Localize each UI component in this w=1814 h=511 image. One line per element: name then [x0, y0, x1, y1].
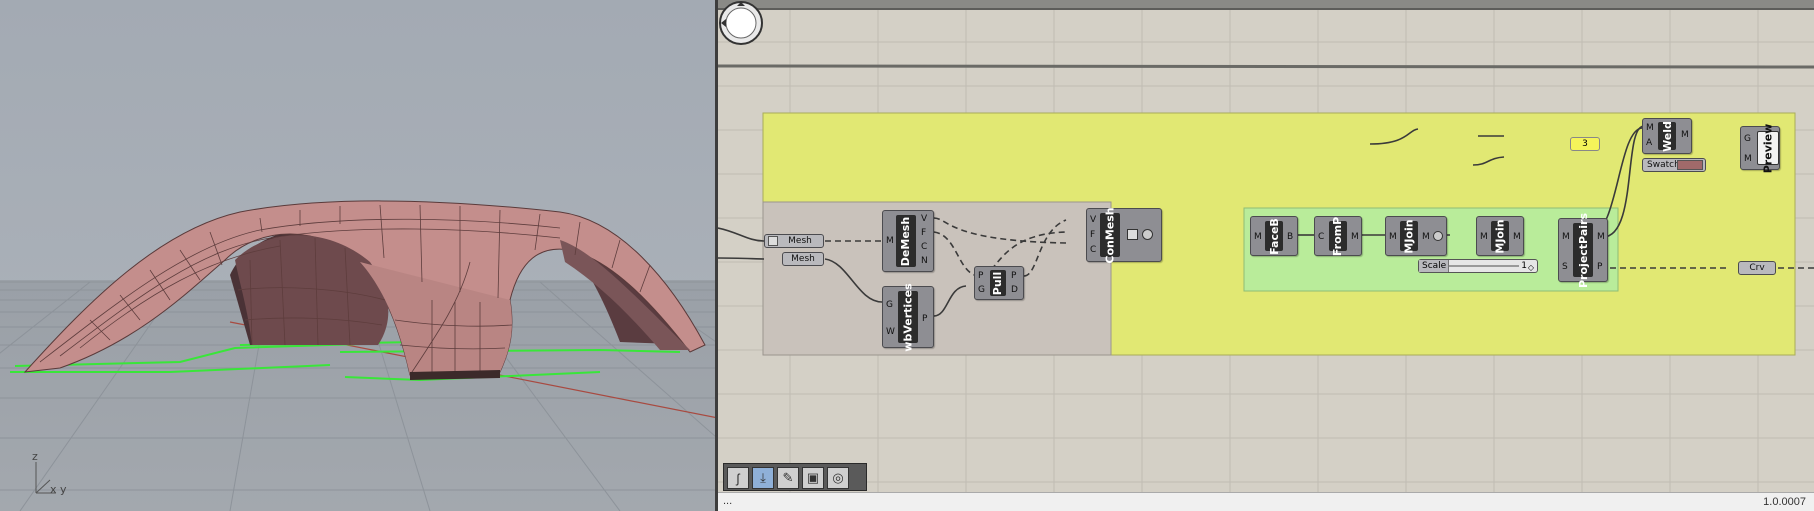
mjoin-2-input-m[interactable]: M — [1480, 232, 1488, 242]
demesh-output-v[interactable]: V — [921, 214, 927, 224]
projectpairs-input-s[interactable]: S — [1562, 262, 1568, 272]
swatch-label: Swatch — [1647, 160, 1680, 170]
demesh-label: DeMesh — [899, 216, 913, 266]
fromp-label: FromP — [1331, 216, 1345, 256]
mesh-icon — [768, 236, 778, 246]
pull-input-g[interactable]: G — [978, 285, 985, 295]
conmesh-label: ConMesh — [1103, 206, 1117, 264]
projectpairs-component[interactable]: ProjectPairs M S M P — [1558, 213, 1608, 288]
pen-icon[interactable]: ✎ — [777, 467, 799, 489]
pull-label: Pull — [991, 271, 1005, 295]
faceb-output-b[interactable]: B — [1287, 232, 1293, 242]
scale-slider[interactable]: Scale 1 ◇ — [1418, 259, 1538, 273]
wbvertices-input-w[interactable]: W — [886, 327, 895, 337]
projectpairs-output-p[interactable]: P — [1597, 262, 1602, 272]
fromp-component[interactable]: FromP C M — [1314, 216, 1362, 256]
weld-input-m[interactable]: M — [1646, 123, 1654, 133]
scale-slider-label: Scale — [1419, 260, 1449, 272]
fromp-output-m[interactable]: M — [1351, 232, 1359, 242]
preview-input-g[interactable]: G — [1744, 134, 1751, 144]
wbvertices-output-p[interactable]: P — [922, 314, 927, 324]
canvas-toolbar: ʃ ⤓ ✎ ▣ ◎ — [723, 463, 867, 491]
weld-label: Weld — [1660, 120, 1674, 152]
mesh-param-2[interactable]: Mesh — [782, 252, 824, 266]
viewport-scene — [0, 0, 715, 511]
swatch-color[interactable] — [1677, 160, 1703, 170]
mesh-param-1-label: Mesh — [788, 236, 812, 246]
pull-component[interactable]: Pull P G P D — [974, 266, 1024, 300]
mjoin-1-graft-icon[interactable] — [1433, 231, 1443, 241]
projectpairs-output-m[interactable]: M — [1597, 232, 1605, 242]
mesh-param-1[interactable]: Mesh — [764, 234, 824, 248]
scale-slider-value: 1 — [1521, 261, 1527, 271]
mjoin-1-label: MJoin — [1402, 218, 1416, 254]
wbvertices-input-g[interactable]: G — [886, 300, 893, 310]
mjoin-component-2[interactable]: MJoin M M — [1476, 216, 1524, 256]
demesh-output-n[interactable]: N — [921, 256, 928, 266]
conmesh-input-v[interactable]: V — [1090, 215, 1096, 225]
version-label: 1.0.0007 — [1763, 496, 1806, 508]
value-panel[interactable]: 3 — [1570, 137, 1600, 151]
scale-slider-track[interactable] — [1449, 265, 1519, 267]
status-bar: ... 1.0.0007 — [718, 492, 1814, 511]
pull-output-d[interactable]: D — [1011, 285, 1018, 295]
curve-icon[interactable]: ʃ — [727, 467, 749, 489]
conmesh-input-f[interactable]: F — [1090, 230, 1095, 240]
mjoin-component-1[interactable]: MJoin M M — [1385, 216, 1447, 256]
faceb-input-m[interactable]: M — [1254, 232, 1262, 242]
preview-label: Preview — [1761, 123, 1775, 173]
crv-param-label: Crv — [1749, 263, 1765, 273]
preview-component[interactable]: Preview G M — [1740, 123, 1780, 173]
wbvertices-component[interactable]: wbVertices G W P — [882, 282, 934, 352]
navigation-wheel-icon[interactable] — [718, 0, 764, 46]
demesh-input-m[interactable]: M — [886, 236, 894, 246]
status-left-text: ... — [723, 495, 733, 507]
wbvertices-label: wbVertices — [901, 282, 915, 352]
fromp-input-c[interactable]: C — [1318, 232, 1324, 242]
slider-grip-icon[interactable]: ◇ — [1528, 262, 1534, 274]
preview-input-m[interactable]: M — [1744, 154, 1752, 164]
faceb-label: FaceB — [1267, 217, 1281, 255]
faceb-component[interactable]: FaceB M B — [1250, 216, 1298, 256]
axis-xy-label: x y — [50, 483, 67, 496]
swatch-param[interactable]: Swatch — [1642, 158, 1706, 172]
demesh-component[interactable]: DeMesh M V F C N — [882, 210, 934, 272]
conmesh-component[interactable]: ConMesh V F C — [1086, 206, 1162, 264]
rhino-viewport[interactable]: z x y — [0, 0, 718, 511]
value-panel-text: 3 — [1582, 139, 1588, 149]
demesh-output-c[interactable]: C — [921, 242, 927, 252]
grasshopper-canvas[interactable]: Mesh Mesh DeMesh M V F C N wbVertices G … — [718, 0, 1814, 511]
weld-input-a[interactable]: A — [1646, 138, 1652, 148]
mjoin-2-output-m[interactable]: M — [1513, 232, 1521, 242]
mesh-param-2-label: Mesh — [791, 254, 815, 264]
axis-z-label: z — [32, 450, 38, 463]
box-icon[interactable]: ▣ — [802, 467, 824, 489]
projectpairs-input-m[interactable]: M — [1562, 232, 1570, 242]
weld-output-m[interactable]: M — [1681, 130, 1689, 140]
demesh-output-f[interactable]: F — [921, 228, 926, 238]
pull-output-p[interactable]: P — [1011, 271, 1016, 281]
conmesh-flatten-icon[interactable] — [1142, 229, 1153, 240]
gray-group[interactable] — [762, 201, 1112, 356]
conmesh-output-icon[interactable] — [1127, 229, 1138, 240]
crv-param[interactable]: Crv — [1738, 261, 1776, 275]
pull-input-p[interactable]: P — [978, 271, 983, 281]
mjoin-1-output-m[interactable]: M — [1422, 232, 1430, 242]
mjoin-2-label: MJoin — [1493, 218, 1507, 254]
mjoin-1-input-m[interactable]: M — [1389, 232, 1397, 242]
bake-icon[interactable]: ⤓ — [752, 467, 774, 489]
weld-component[interactable]: Weld M A M — [1642, 118, 1692, 154]
sphere-icon[interactable]: ◎ — [827, 467, 849, 489]
projectpairs-label: ProjectPairs — [1576, 212, 1590, 288]
conmesh-input-c[interactable]: C — [1090, 245, 1096, 255]
